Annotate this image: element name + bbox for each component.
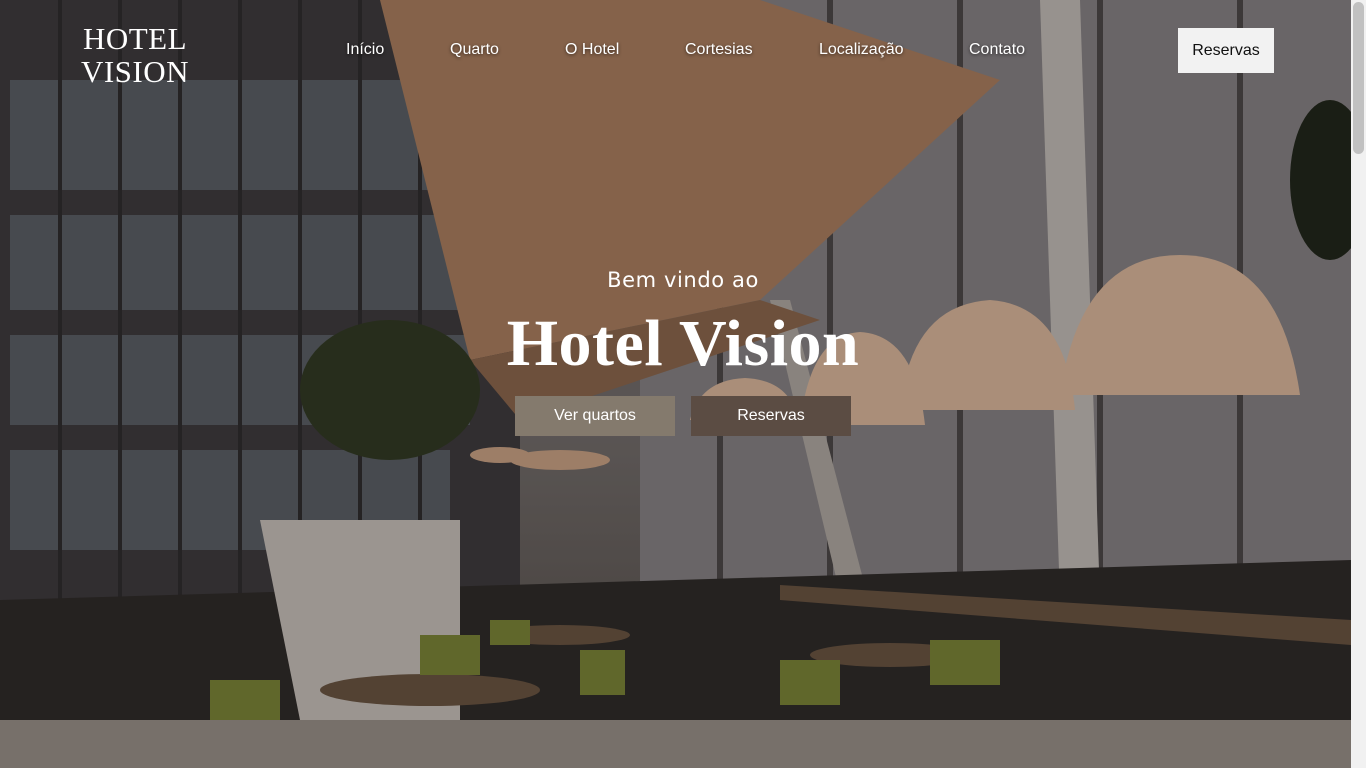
logo-line-1: HOTEL (82, 21, 188, 56)
next-section-band (0, 720, 1351, 768)
nav-item-cortesias[interactable]: Cortesias (685, 41, 753, 59)
nav-item-contato[interactable]: Contato (969, 41, 1025, 59)
header-reserve-button[interactable]: Reservas (1178, 28, 1274, 73)
view-rooms-button[interactable]: Ver quartos (515, 396, 675, 436)
page: HOTEL VISION Início Quarto O Hotel Corte… (0, 0, 1366, 768)
nav-item-inicio[interactable]: Início (346, 41, 384, 59)
page-scrollbar[interactable] (1351, 0, 1366, 768)
hero-welcome-text: Bem vindo ao (607, 268, 759, 292)
hero-title: Hotel Vision (506, 307, 860, 380)
hero-reserve-button[interactable]: Reservas (691, 396, 851, 436)
nav-item-o-hotel[interactable]: O Hotel (565, 41, 619, 59)
nav-item-quarto[interactable]: Quarto (450, 41, 499, 59)
nav-item-localizacao[interactable]: Localização (819, 41, 904, 59)
scrollbar-thumb[interactable] (1353, 2, 1364, 154)
logo-line-2: VISION (80, 54, 190, 89)
hero-button-group: Ver quartos Reservas (515, 396, 851, 436)
hotel-logo[interactable]: HOTEL VISION (74, 22, 196, 88)
